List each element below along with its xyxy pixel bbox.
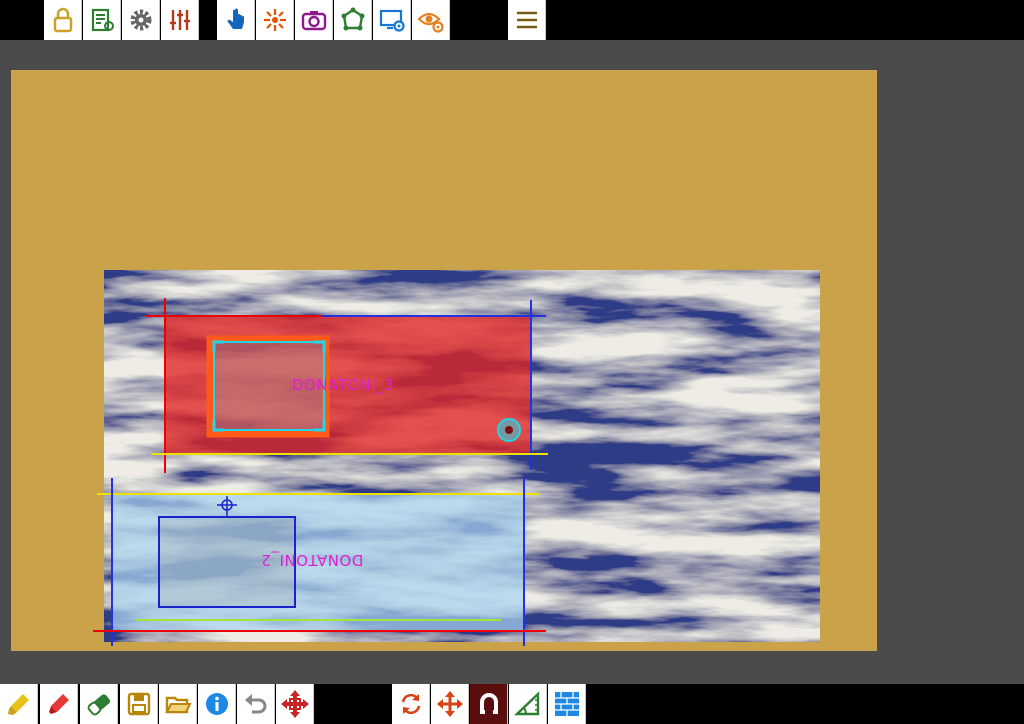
sliders-icon (169, 10, 190, 30)
folder-open-icon (164, 696, 192, 714)
undo-button[interactable] (237, 684, 275, 724)
rotate-button[interactable] (392, 684, 430, 724)
burst-icon (263, 9, 286, 31)
open-button[interactable] (159, 684, 197, 724)
edit-list-icon (91, 8, 114, 32)
marker-icon (48, 694, 69, 714)
menu-button[interactable] (508, 0, 546, 40)
part-label-donatoni-2: DONATONI_2 (261, 551, 364, 569)
save-button[interactable] (120, 684, 158, 724)
camera-button[interactable] (295, 0, 333, 40)
lock-button[interactable] (44, 0, 82, 40)
polygon-icon (341, 7, 364, 31)
move-arrows-icon (436, 691, 463, 717)
move-cross-button[interactable] (276, 684, 314, 724)
measure-angle-button[interactable] (509, 684, 547, 724)
material-sheet[interactable]: DONATONI_3 DONATONI_2 (11, 70, 877, 651)
sliders-button[interactable] (161, 0, 199, 40)
burst-button[interactable] (256, 0, 294, 40)
view-settings-button[interactable] (412, 0, 450, 40)
grid-pattern-button[interactable] (548, 684, 586, 724)
measure-angle-icon (513, 691, 539, 716)
move-button[interactable] (431, 684, 469, 724)
gear-icon (130, 9, 151, 31)
eraser-icon (87, 694, 110, 716)
undo-icon (244, 694, 266, 714)
eye-settings-icon (416, 12, 444, 33)
save-icon (127, 692, 150, 716)
eraser-button[interactable] (80, 684, 118, 724)
bottom-toolbar (0, 684, 1024, 724)
edit-list-button[interactable] (83, 0, 121, 40)
polygon-button[interactable] (334, 0, 372, 40)
nesting-canvas[interactable] (11, 70, 877, 651)
marker-button[interactable] (40, 684, 78, 724)
highlighter-button[interactable] (0, 684, 38, 724)
info-button[interactable] (198, 684, 236, 724)
monitor-settings-icon (379, 9, 405, 32)
part-label-donatoni-3: DONATONI_3 (292, 376, 395, 394)
magnet-icon (479, 693, 498, 714)
lock-icon (53, 7, 72, 33)
snap-magnet-button[interactable] (470, 684, 508, 724)
rotate-icon (401, 693, 420, 715)
select-tool-button[interactable] (217, 0, 255, 40)
hand-pointer-icon (227, 8, 244, 29)
highlighter-icon (7, 694, 29, 715)
settings-button[interactable] (122, 0, 160, 40)
hamburger-menu-icon (516, 11, 537, 29)
info-icon (205, 693, 228, 715)
display-settings-button[interactable] (373, 0, 411, 40)
grid-pattern-icon (554, 692, 579, 716)
move-cross-icon (280, 690, 309, 718)
camera-icon (301, 11, 326, 31)
top-toolbar (0, 0, 1024, 40)
workspace[interactable]: DONATONI_3 DONATONI_2 (0, 40, 1024, 684)
